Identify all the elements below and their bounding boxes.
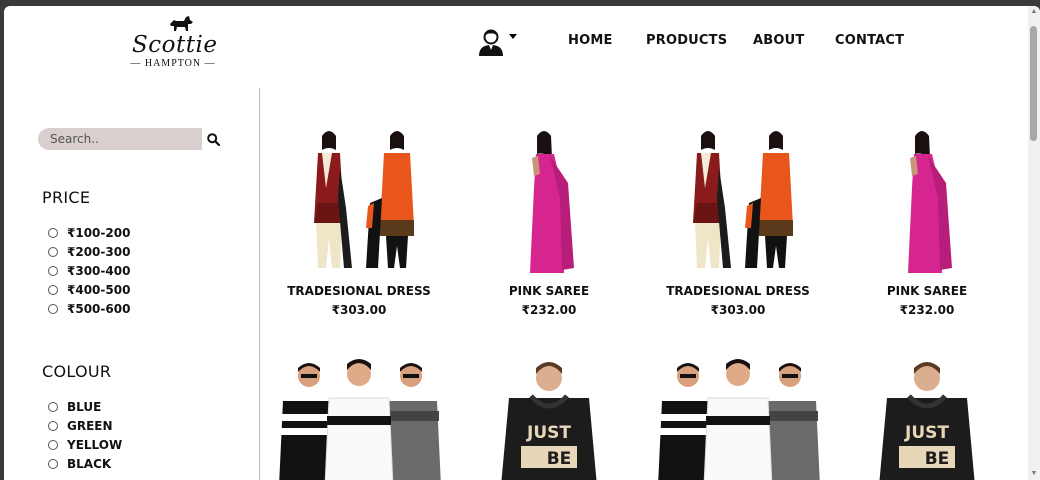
price-option[interactable]: ₹200-300 xyxy=(48,242,130,261)
search-button[interactable] xyxy=(202,128,224,150)
price-option[interactable]: ₹400-500 xyxy=(48,280,130,299)
radio-button[interactable] xyxy=(48,265,58,276)
scroll-down-arrow-icon[interactable]: ▼ xyxy=(1030,470,1038,478)
browser-viewport: Scottie — HAMPTON — HOME PRODUCTS ABOUT … xyxy=(4,6,1040,480)
product-price: ₹303.00 xyxy=(331,303,387,317)
scottie-dog-icon xyxy=(170,16,193,31)
woman-pink-saree-image xyxy=(908,131,952,273)
colour-filter-options: BLUE GREEN YELLOW BLACK xyxy=(48,397,122,473)
product-name: PINK SAREE xyxy=(508,284,590,298)
price-option[interactable]: ₹500-600 xyxy=(48,299,130,318)
price-filter-options: ₹100-200 ₹200-300 ₹300-400 ₹400-500 ₹500… xyxy=(48,223,130,318)
radio-button[interactable] xyxy=(48,246,58,257)
colour-filter-title: COLOUR xyxy=(42,362,112,381)
price-filter-title: PRICE xyxy=(42,188,91,207)
scrollbar-thumb[interactable] xyxy=(1030,26,1037,141)
radio-button[interactable] xyxy=(48,284,58,295)
product-price: ₹232.00 xyxy=(521,303,577,317)
product-name: TRADESIONAL DRESS xyxy=(287,284,431,298)
three-men-striped-tshirts-image xyxy=(279,359,441,480)
two-women-salwar-suits-image xyxy=(693,131,793,268)
colour-option[interactable]: BLUE xyxy=(48,397,122,416)
man-black-hoodie-image: JUST BE xyxy=(501,362,597,480)
colour-option[interactable]: BLACK xyxy=(48,454,122,473)
user-account-menu[interactable] xyxy=(478,28,522,58)
nav-contact[interactable]: CONTACT xyxy=(835,33,904,48)
filter-sidebar: PRICE ₹100-200 ₹200-300 ₹300-400 ₹400-50… xyxy=(4,88,260,480)
search-input[interactable] xyxy=(38,128,202,150)
radio-button[interactable] xyxy=(48,303,58,314)
product-price: ₹232.00 xyxy=(899,303,955,317)
three-men-striped-tshirts-image xyxy=(658,359,820,480)
radio-button[interactable] xyxy=(48,439,58,450)
two-women-salwar-suits-image xyxy=(314,131,414,268)
user-avatar-icon xyxy=(479,29,503,56)
site-header: Scottie — HAMPTON — HOME PRODUCTS ABOUT … xyxy=(4,6,1028,88)
radio-button[interactable] xyxy=(48,227,58,238)
radio-button[interactable] xyxy=(48,458,58,469)
svg-text:JUST: JUST xyxy=(904,423,949,443)
svg-text:BE: BE xyxy=(547,449,572,469)
svg-text:JUST: JUST xyxy=(526,423,571,443)
nav-products[interactable]: PRODUCTS xyxy=(646,33,727,48)
svg-text:BE: BE xyxy=(925,449,950,469)
radio-button[interactable] xyxy=(48,401,58,412)
product-name: PINK SAREE xyxy=(886,284,968,298)
product-name: TRADESIONAL DRESS xyxy=(666,284,810,298)
price-option[interactable]: ₹100-200 xyxy=(48,223,130,242)
product-grid: TRADESIONAL DRESS ₹303.00 PINK SAREE ₹23… xyxy=(261,88,1028,480)
woman-pink-saree-image xyxy=(530,131,574,273)
man-black-hoodie-image: JUST BE xyxy=(879,362,975,480)
colour-option[interactable]: GREEN xyxy=(48,416,122,435)
scroll-up-arrow-icon[interactable]: ▲ xyxy=(1030,8,1038,16)
colour-option[interactable]: YELLOW xyxy=(48,435,122,454)
brand-tagline: — HAMPTON — xyxy=(130,58,216,69)
brand-logo[interactable]: Scottie — HAMPTON — xyxy=(130,14,218,69)
brand-name: Scottie xyxy=(132,32,218,58)
radio-button[interactable] xyxy=(48,420,58,431)
nav-home[interactable]: HOME xyxy=(568,33,613,48)
search-icon xyxy=(206,132,220,146)
vertical-scrollbar[interactable]: ▲ ▼ xyxy=(1028,6,1040,480)
chevron-down-icon xyxy=(509,34,517,39)
search-bar xyxy=(38,128,224,152)
nav-about[interactable]: ABOUT xyxy=(753,33,804,48)
price-option[interactable]: ₹300-400 xyxy=(48,261,130,280)
product-price: ₹303.00 xyxy=(710,303,766,317)
